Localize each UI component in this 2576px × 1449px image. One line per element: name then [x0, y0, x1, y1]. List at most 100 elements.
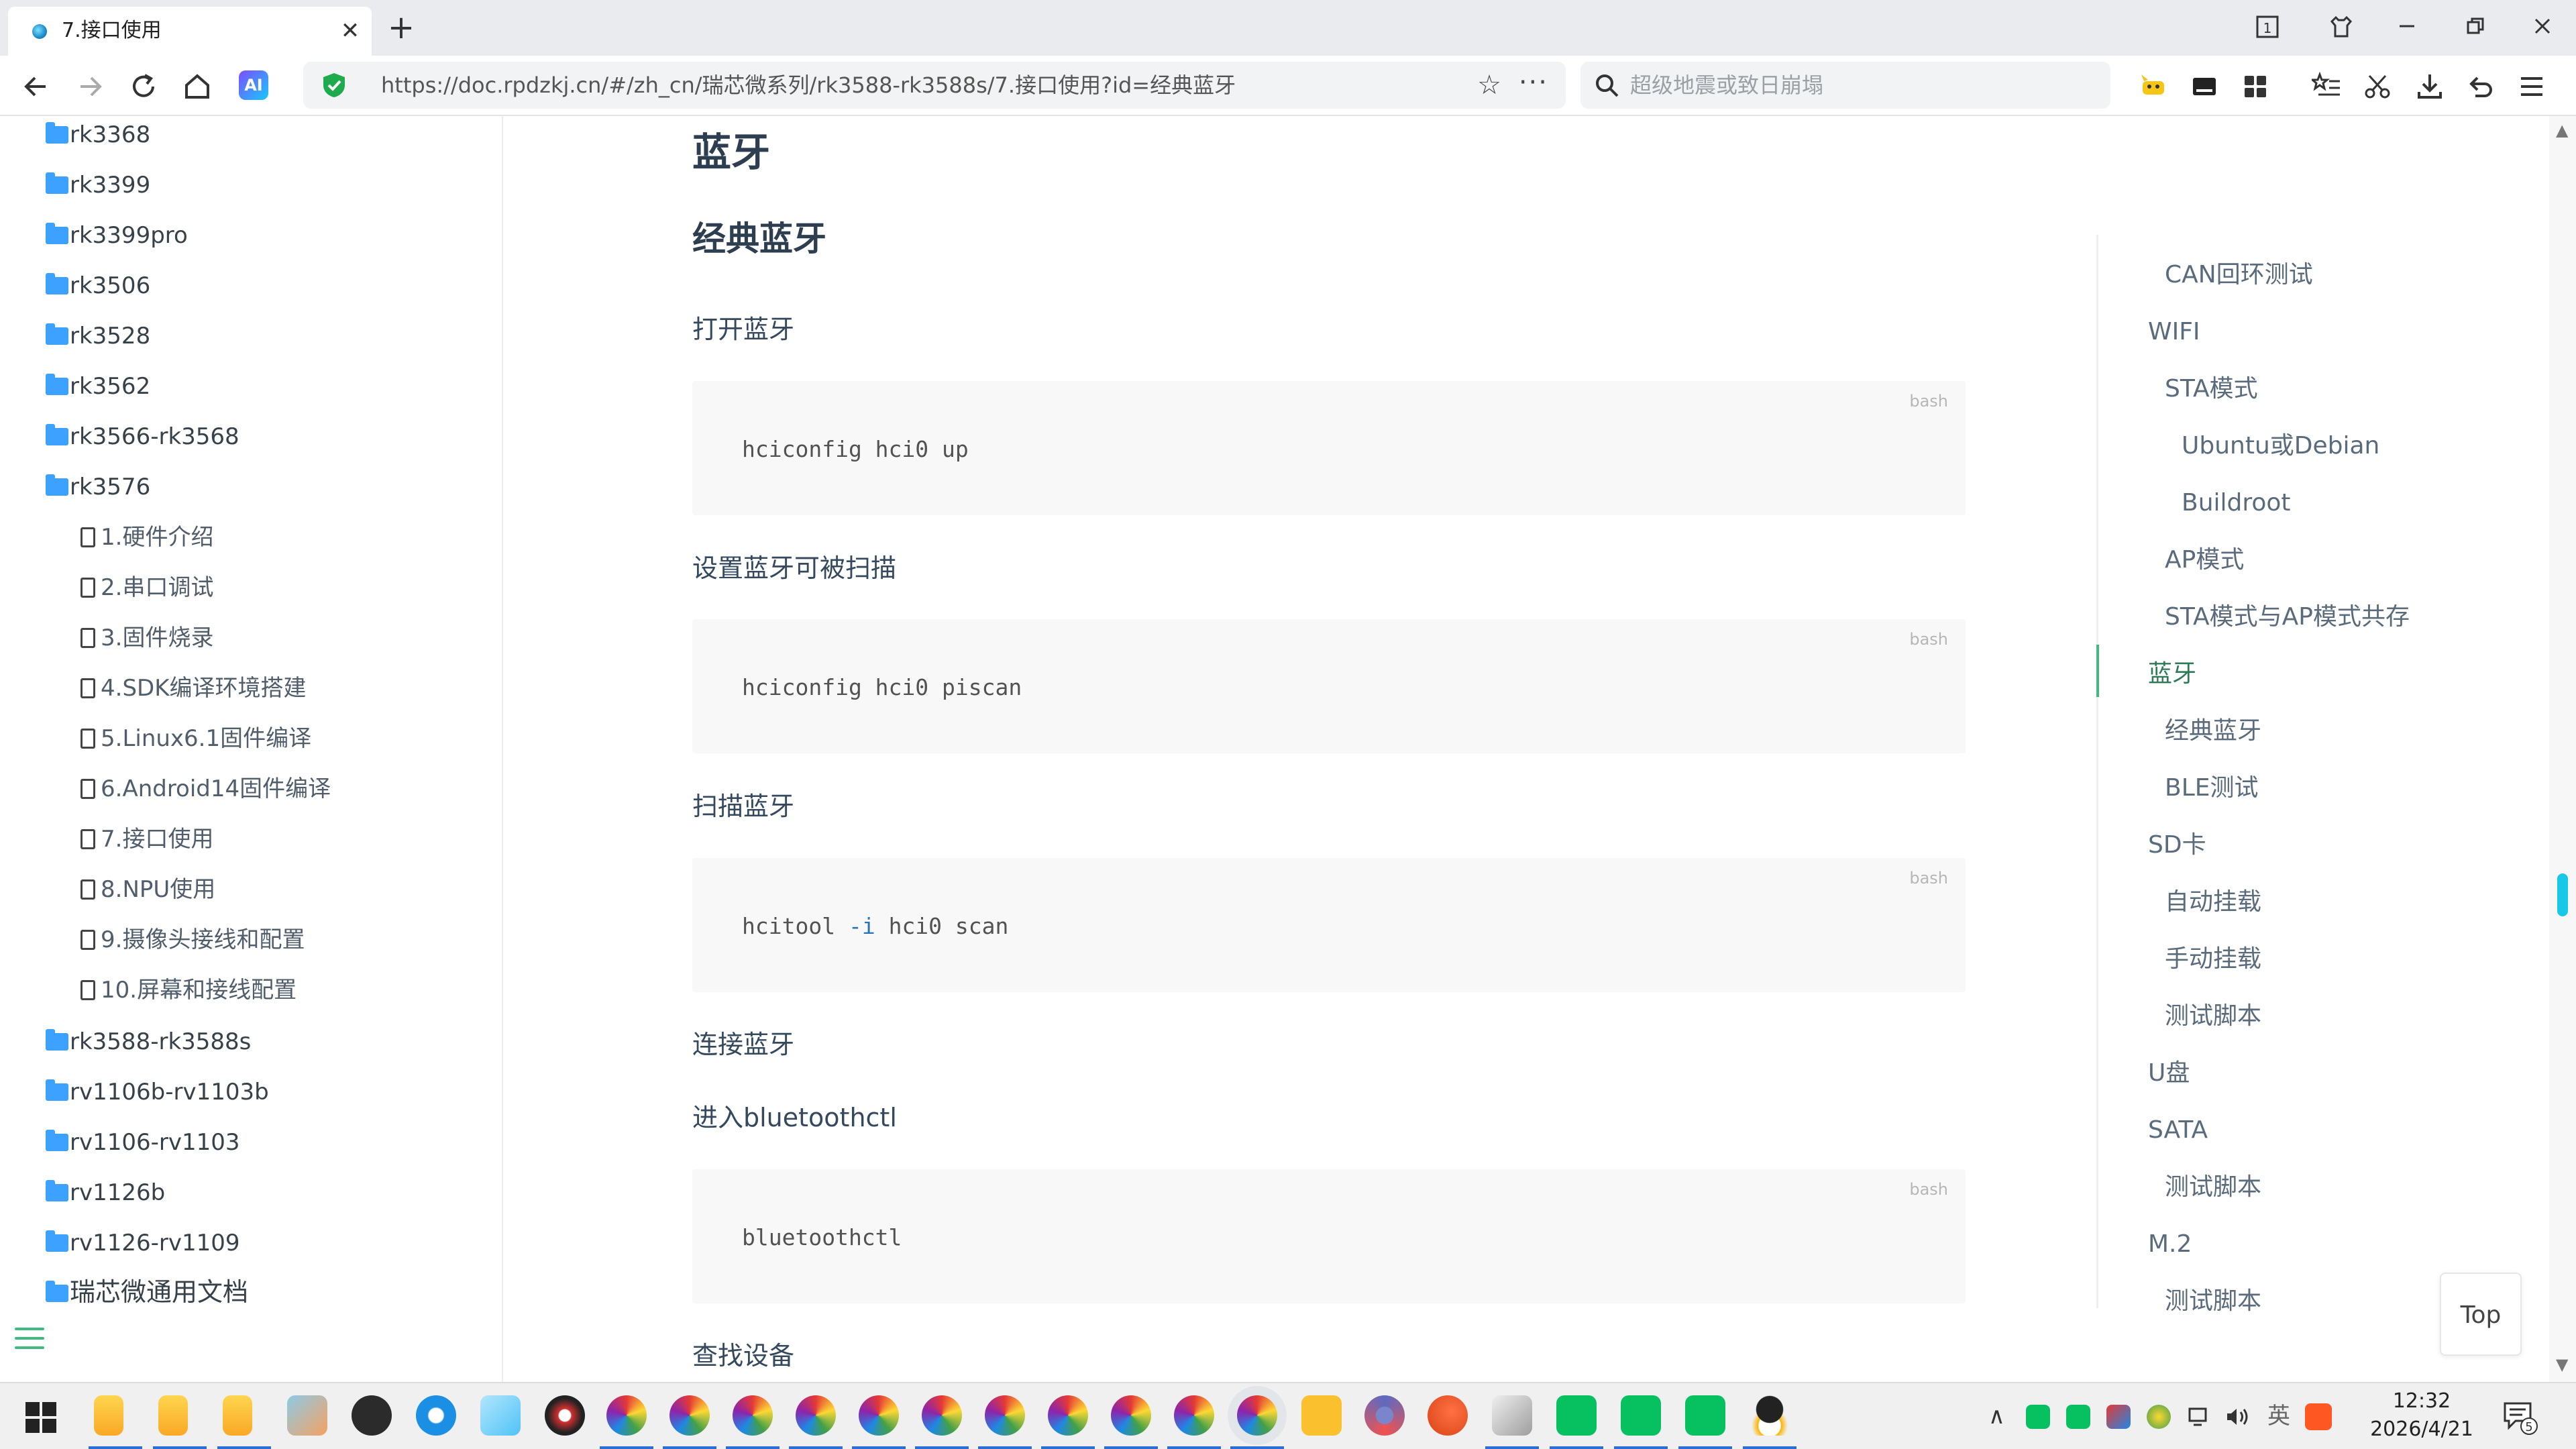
- tab-active[interactable]: 7.接口使用 ✕: [8, 7, 372, 56]
- sidebar-folder-rk3576[interactable]: rk3576: [46, 472, 150, 502]
- address-bar[interactable]: https://doc.rpdzkj.cn/#/zh_cn/瑞芯微系列/rk35…: [303, 62, 1566, 109]
- qq-penguin-icon[interactable]: [1750, 1395, 1790, 1436]
- code-block[interactable]: bash hciconfig hci0 up: [692, 381, 1966, 515]
- tray-wechat-icon[interactable]: [2026, 1405, 2050, 1429]
- sidebar-file[interactable]: 3.固件烧录: [80, 623, 213, 653]
- sidebar-file[interactable]: 8.NPU使用: [80, 874, 215, 905]
- undo-icon[interactable]: [2463, 69, 2498, 104]
- ultraedit-icon[interactable]: [352, 1395, 392, 1436]
- search-input[interactable]: [1630, 62, 2100, 109]
- minimize-button[interactable]: [2388, 9, 2426, 44]
- tab-close-icon[interactable]: ✕: [338, 19, 362, 43]
- toc-item[interactable]: BLE测试: [2165, 771, 2259, 805]
- sidebar-file[interactable]: 1.硬件介绍: [80, 522, 213, 553]
- tray-wechat-icon[interactable]: [2066, 1405, 2090, 1429]
- toc-item[interactable]: 测试脚本: [2165, 1285, 2261, 1318]
- new-tab-button[interactable]: +: [384, 11, 419, 46]
- code-block[interactable]: bash hciconfig hci0 piscan: [692, 619, 1966, 753]
- toc-item[interactable]: SATA: [2148, 1114, 2208, 1147]
- sidebar-folder[interactable]: rk3399pro: [46, 220, 188, 251]
- sidebar-folder[interactable]: rv1126b: [46, 1177, 165, 1208]
- toc-item-active[interactable]: 蓝牙: [2148, 657, 2196, 691]
- sidebar-folder[interactable]: rk3566-rk3568: [46, 421, 239, 452]
- file-explorer-icon[interactable]: [94, 1395, 123, 1436]
- toc-item[interactable]: AP模式: [2165, 543, 2244, 577]
- atom-app-icon[interactable]: [1364, 1395, 1405, 1436]
- tray-app-icon[interactable]: [2305, 1403, 2332, 1430]
- toc-item[interactable]: U盘: [2148, 1057, 2190, 1090]
- sidebar-folder[interactable]: rk3368: [46, 119, 150, 150]
- restore-button[interactable]: [2457, 9, 2494, 44]
- code-text[interactable]: bluetoothctl: [742, 1223, 902, 1252]
- network-icon[interactable]: [2187, 1401, 2211, 1437]
- sidebar-file[interactable]: 4.SDK编译环境搭建: [80, 673, 307, 704]
- toc-item[interactable]: 测试脚本: [2165, 1171, 2261, 1204]
- browser-icon[interactable]: [796, 1395, 836, 1436]
- toc-item[interactable]: Ubuntu或Debian: [2182, 429, 2379, 463]
- tools-app-icon[interactable]: [1492, 1395, 1532, 1436]
- toc-item[interactable]: 测试脚本: [2165, 1000, 2261, 1033]
- sidebar-folder[interactable]: rk3399: [46, 170, 150, 201]
- browser-icon[interactable]: [922, 1395, 962, 1436]
- media-player-icon[interactable]: [545, 1395, 585, 1436]
- sidebar-folder[interactable]: 瑞芯微通用文档: [46, 1277, 248, 1307]
- extension-pikachu-icon[interactable]: [2136, 69, 2171, 104]
- browser-icon[interactable]: [733, 1395, 773, 1436]
- wechat-icon[interactable]: [1556, 1395, 1597, 1436]
- home-button[interactable]: [178, 68, 216, 105]
- system-clock[interactable]: 12:32 2026/4/21: [2361, 1387, 2482, 1444]
- search-box[interactable]: [1580, 62, 2110, 109]
- toc-item[interactable]: 手动挂载: [2165, 943, 2261, 976]
- paint-tool-icon[interactable]: [287, 1395, 327, 1436]
- sidebar-folder[interactable]: rv1126-rv1109: [46, 1228, 240, 1258]
- sidebar-folder[interactable]: rk3506: [46, 270, 150, 301]
- browser-icon[interactable]: [1048, 1395, 1088, 1436]
- sidebar-file[interactable]: 10.屏幕和接线配置: [80, 975, 297, 1006]
- sidebar-toggle-icon[interactable]: [15, 1328, 44, 1354]
- apps-grid-icon[interactable]: [2238, 69, 2273, 104]
- snail-app-icon[interactable]: [1428, 1395, 1468, 1436]
- code-block[interactable]: bash hcitool -i hci0 scan: [692, 858, 1966, 992]
- download-icon[interactable]: [2412, 69, 2447, 104]
- bookmark-star-icon[interactable]: ☆: [1477, 70, 1501, 101]
- menu-icon[interactable]: [2514, 69, 2549, 104]
- notes-app-icon[interactable]: [480, 1395, 521, 1436]
- reload-button[interactable]: [125, 68, 162, 105]
- code-text[interactable]: hciconfig hci0 piscan: [742, 673, 1022, 702]
- scroll-up-arrow-icon[interactable]: ▲: [2556, 121, 2568, 140]
- wechat-icon[interactable]: [1685, 1395, 1725, 1436]
- window-count-button[interactable]: 1: [2249, 9, 2286, 44]
- browser-icon[interactable]: [669, 1395, 710, 1436]
- favorites-list-icon[interactable]: [2309, 69, 2344, 104]
- code-block[interactable]: bash bluetoothctl: [692, 1169, 1966, 1303]
- code-text[interactable]: hciconfig hci0 up: [742, 435, 969, 464]
- browser-active-icon[interactable]: [1237, 1395, 1277, 1436]
- toc-item[interactable]: SD卡: [2148, 828, 2206, 862]
- code-text[interactable]: hcitool -i hci0 scan: [742, 912, 1008, 941]
- sidebar-file[interactable]: 2.串口调试: [80, 572, 213, 603]
- sidebar-folder[interactable]: rk3562: [46, 371, 150, 402]
- page-scrollbar[interactable]: [2549, 116, 2576, 1382]
- sidebar-folder[interactable]: rk3588-rk3588s: [46, 1026, 251, 1057]
- close-window-button[interactable]: [2524, 9, 2561, 44]
- toc-item[interactable]: Buildroot: [2182, 486, 2291, 520]
- tray-app-icon[interactable]: [2147, 1405, 2171, 1429]
- scrollbar-thumb[interactable]: [2557, 873, 2568, 916]
- sidebar-folder[interactable]: rk3528: [46, 321, 150, 352]
- toc-item[interactable]: STA模式: [2165, 372, 2258, 406]
- forward-button[interactable]: [71, 68, 109, 105]
- browser-icon[interactable]: [1174, 1395, 1214, 1436]
- volume-icon[interactable]: [2224, 1401, 2251, 1437]
- sidebar-file[interactable]: 6.Android14固件编译: [80, 773, 331, 804]
- ai-assistant-button[interactable]: AI: [239, 70, 268, 100]
- notification-center-icon[interactable]: 5: [2502, 1399, 2538, 1436]
- browser-icon[interactable]: [859, 1395, 899, 1436]
- back-button[interactable]: [17, 68, 55, 105]
- sidebar-file[interactable]: 9.摄像头接线和配置: [80, 924, 305, 955]
- sidebar-file[interactable]: 5.Linux6.1固件编译: [80, 723, 311, 754]
- tray-expand-icon[interactable]: ∧: [1988, 1401, 2005, 1432]
- toc-item[interactable]: 经典蓝牙: [2165, 714, 2261, 748]
- url-text[interactable]: https://doc.rpdzkj.cn/#/zh_cn/瑞芯微系列/rk35…: [381, 72, 1236, 99]
- sidebar-folder[interactable]: rv1106-rv1103: [46, 1127, 240, 1158]
- file-explorer-icon[interactable]: [158, 1395, 188, 1436]
